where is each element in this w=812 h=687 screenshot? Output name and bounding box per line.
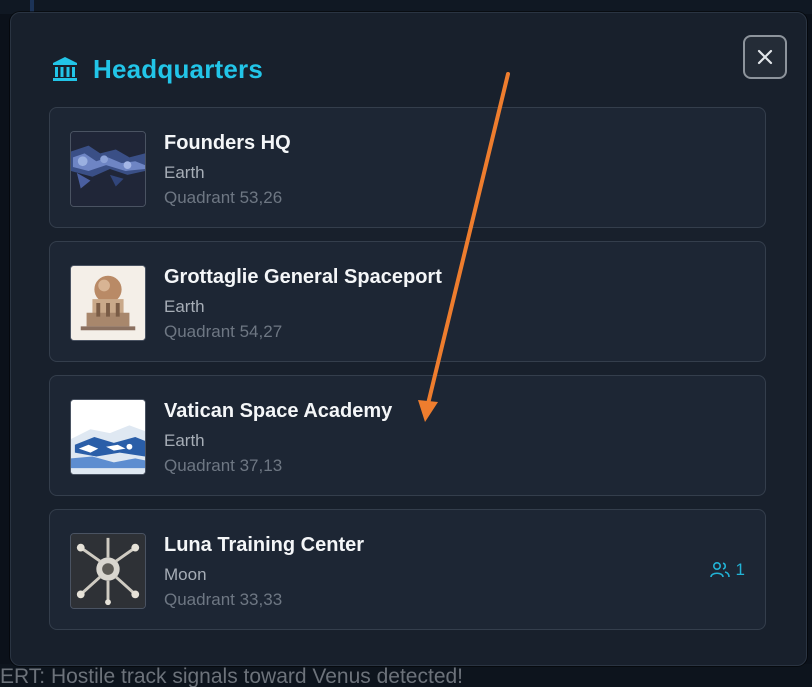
hq-quadrant: Quadrant 54,27	[164, 322, 283, 341]
alert-ticker-text: ERT: Hostile track signals toward Venus …	[0, 665, 464, 687]
occupancy-count: 1	[735, 560, 745, 579]
occupancy-badge: 1	[709, 560, 745, 580]
hq-card-luna-training-center[interactable]: Luna Training Center Moon Quadrant 33,33…	[49, 509, 766, 630]
background-alert-bar: ERT: Hostile track signals toward Venus …	[0, 664, 812, 687]
hq-name: Grottaglie General Spaceport	[164, 266, 442, 288]
grottaglie-spaceport-image	[71, 266, 145, 340]
vatican-academy-image	[71, 400, 145, 474]
hq-quadrant: Quadrant 33,33	[164, 590, 283, 609]
hq-name: Luna Training Center	[164, 534, 365, 556]
hq-quadrant: Quadrant 37,13	[164, 456, 283, 475]
luna-training-center-image	[71, 534, 145, 608]
hq-planet: Earth	[164, 297, 205, 316]
modal-title: Headquarters	[93, 53, 264, 84]
headquarters-list: Founders HQ Earth Quadrant 53,26 Grottag…	[49, 107, 766, 643]
hq-planet: Moon	[164, 565, 207, 584]
hq-planet: Earth	[164, 431, 205, 450]
hq-thumbnail	[70, 533, 146, 609]
users-icon	[709, 561, 730, 578]
hq-thumbnail	[70, 399, 146, 475]
hq-name: Founders HQ	[164, 132, 291, 154]
bank-building-icon	[53, 57, 77, 81]
hq-card-vatican-space-academy[interactable]: Vatican Space Academy Earth Quadrant 37,…	[49, 375, 766, 496]
hq-planet: Earth	[164, 163, 205, 182]
hq-card-grottaglie-spaceport[interactable]: Grottaglie General Spaceport Earth Quadr…	[49, 241, 766, 362]
hq-thumbnail	[70, 265, 146, 341]
hq-thumbnail	[70, 131, 146, 207]
close-button[interactable]	[743, 35, 787, 79]
close-icon	[757, 49, 773, 65]
founders-hq-image	[71, 132, 145, 206]
hq-card-founders-hq[interactable]: Founders HQ Earth Quadrant 53,26	[49, 107, 766, 228]
hq-quadrant: Quadrant 53,26	[164, 188, 283, 207]
headquarters-modal: Headquarters Founders HQ Earth Quadrant …	[10, 12, 807, 666]
hq-name: Vatican Space Academy	[164, 400, 393, 422]
modal-header: Headquarters	[51, 53, 263, 85]
